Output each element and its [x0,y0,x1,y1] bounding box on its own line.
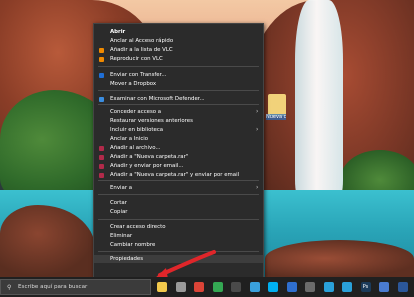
context-menu-item[interactable]: Añadir a "Nueva carpeta.rar" y enviar po… [94,171,263,179]
search-placeholder: Escribe aquí para buscar [18,284,88,290]
context-menu-item-label: Añadir a "Nueva carpeta.rar" [110,154,189,160]
context-menu-item[interactable]: Añadir y enviar por email... [94,162,263,170]
context-menu-item[interactable]: Incluir en biblioteca › [94,126,263,134]
telegram-alt-icon[interactable] [342,282,352,292]
winrar-icon [99,145,104,151]
chevron-right-icon: › [256,108,259,115]
edge-icon[interactable] [249,282,260,292]
context-menu-item[interactable]: Añadir a "Nueva carpeta.rar" [94,153,263,161]
app-blue-icon[interactable] [379,282,389,292]
context-menu-item-label: Cortar [110,200,127,206]
context-menu-item[interactable]: Anclar al Acceso rápido [94,37,263,45]
context-menu-item-label: Examinar con Microsoft Defender... [110,96,205,102]
context-menu-item[interactable]: Mover a Dropbox [94,80,263,88]
settings-icon[interactable] [175,282,186,292]
context-menu-item-label: Incluir en biblioteca [110,127,164,133]
defender-icon [99,96,104,102]
winrar-icon [99,172,104,178]
icon-glyph: Ps [362,284,369,290]
wallpaper-rocks-right [265,240,414,277]
context-menu-item-label: Enviar con Transfer... [110,72,167,78]
context-menu-item[interactable]: Reproducir con VLC [94,55,263,63]
context-menu-item-label: Propiedades [110,256,144,262]
context-menu-item-label: Mover a Dropbox [110,81,157,87]
context-menu-item-label: Eliminar [110,233,133,239]
menu-separator [98,219,259,220]
context-menu-item[interactable]: Conceder acceso a › [94,108,263,116]
taskbar: ⚲ Escribe aquí para buscar Ps [0,277,414,297]
context-menu-item[interactable]: Crear acceso directo [94,223,263,231]
circle-app-icon[interactable] [231,282,241,292]
context-menu-item[interactable]: Examinar con Microsoft Defender... [94,95,263,103]
menu-separator [98,90,259,91]
context-menu-item[interactable]: Abrir [94,28,263,36]
app-icon[interactable] [305,282,315,292]
context-menu-item-label: Añadir a "Nueva carpeta.rar" y enviar po… [110,172,240,178]
context-menu-item-label: Restaurar versiones anteriores [110,118,193,124]
file-explorer-icon[interactable] [157,282,167,292]
skype-icon[interactable] [268,282,278,292]
context-menu-item[interactable]: Añadir a la lista de VLC [94,46,263,54]
context-menu-item-label: Añadir y enviar por email... [110,163,184,169]
chevron-right-icon: › [256,184,259,191]
context-menu-item[interactable]: Añadir al archivo... [94,144,263,152]
context-menu-item-label: Crear acceso directo [110,224,166,230]
vlc-icon [99,56,104,62]
word-icon[interactable] [397,282,408,292]
context-menu-item[interactable]: Anclar a Inicio [94,135,263,143]
menu-separator [98,194,259,195]
wallpaper-waterfall [295,0,343,200]
desktop-folder-icon[interactable] [268,94,286,116]
context-menu-item[interactable]: Restaurar versiones anteriores [94,117,263,125]
context-menu-item[interactable]: Enviar con Transfer... [94,71,263,79]
telegram-icon[interactable] [323,282,334,292]
context-menu-item[interactable]: Enviar a › [94,184,263,192]
context-menu-item[interactable]: Cortar [94,199,263,207]
winrar-icon [99,154,104,160]
context-menu-item-label: Copiar [110,209,128,215]
chrome-icon[interactable] [194,282,204,292]
chevron-right-icon: › [256,126,259,133]
context-menu-item-label: Anclar al Acceso rápido [110,38,174,44]
search-icon: ⚲ [7,284,12,291]
menu-separator [98,66,259,67]
desktop-folder-label[interactable]: Nueva carpeta [266,114,286,120]
context-menu-item-label: Abrir [110,29,126,35]
context-menu-item-label: Añadir a la lista de VLC [110,47,173,53]
vlc-icon [99,47,104,53]
context-menu-item-label: Enviar a [110,185,133,191]
dropbox-icon [99,72,104,78]
winrar-icon [99,163,104,169]
menu-separator [98,104,259,105]
taskbar-search-box[interactable]: ⚲ Escribe aquí para buscar [0,279,151,295]
context-menu-item-label: Añadir al archivo... [110,145,161,151]
context-menu-item[interactable]: Copiar [94,208,263,216]
mail-icon[interactable] [286,282,297,292]
photoshop-icon[interactable]: Ps [360,282,371,292]
context-menu: Abrir Anclar al Acceso rápido Añadir a la … [93,23,264,279]
context-menu-item-label: Anclar a Inicio [110,136,149,142]
context-menu-item-label: Conceder acceso a [110,109,162,115]
context-menu-item-label: Reproducir con VLC [110,56,163,62]
context-menu-item[interactable]: Eliminar [94,232,263,240]
menu-separator [98,180,259,181]
chrome-alt-icon[interactable] [212,282,223,292]
